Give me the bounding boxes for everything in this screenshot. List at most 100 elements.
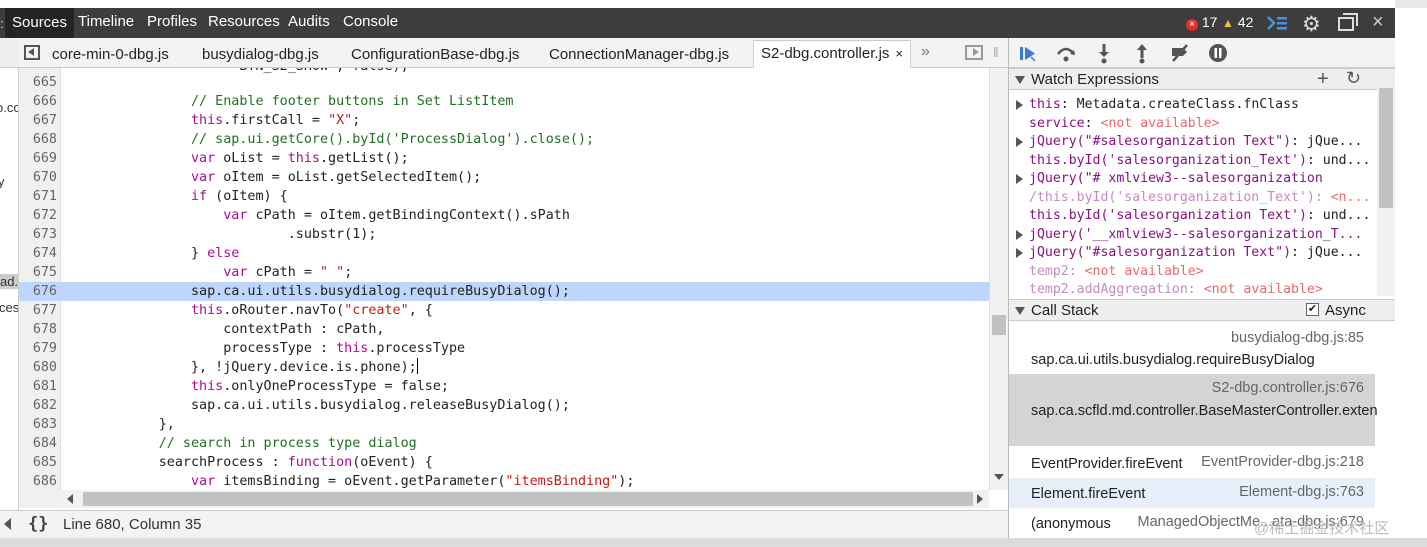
line-number[interactable]: 677 — [19, 301, 57, 320]
line-number[interactable]: 667 — [19, 111, 57, 130]
watch-expression[interactable]: jQuery("#salesorganization Text"): jQue.… — [1009, 244, 1377, 263]
tab-timeline[interactable]: Timeline — [78, 13, 134, 30]
code-line[interactable]: 668 // sap.ui.getCore().byId('ProcessDia… — [19, 130, 989, 149]
line-number[interactable]: 670 — [19, 168, 57, 187]
close-icon[interactable]: × — [1372, 11, 1384, 34]
call-frame-location[interactable]: busydialog-dbg.js:85 — [1231, 330, 1364, 346]
collapse-triangle-icon[interactable] — [1015, 307, 1025, 315]
code-line[interactable]: 683 }, — [19, 415, 989, 434]
close-tab-icon[interactable]: × — [895, 46, 903, 61]
code-line[interactable]: 675 var cPath = " "; — [19, 263, 989, 282]
warning-count-badge[interactable]: ▲ 42 — [1222, 14, 1253, 30]
navigator-item[interactable]: ces/ — [0, 300, 18, 315]
code-line[interactable]: 671 if (oItem) { — [19, 187, 989, 206]
file-tab[interactable]: ConfigurationBase-dbg.js — [351, 46, 519, 63]
navigator-item[interactable]: o.co — [0, 100, 18, 115]
dock-side-icon[interactable] — [1337, 12, 1359, 32]
line-number[interactable]: 678 — [19, 320, 57, 339]
navigator-item-selected[interactable]: ad. — [0, 274, 18, 289]
line-number[interactable]: 671 — [19, 187, 57, 206]
watch-expression[interactable]: service: <not available> — [1009, 115, 1377, 134]
file-tab-active[interactable]: S2-dbg.controller.js × — [753, 40, 911, 68]
tab-console[interactable]: Console — [343, 13, 398, 30]
watch-expression[interactable]: this: Metadata.createClass.fnClass — [1009, 96, 1377, 115]
error-count-badge[interactable]: × 17 — [1186, 14, 1217, 31]
watch-expression[interactable]: this.byId('salesorganization_Text'): und… — [1009, 152, 1377, 171]
code-line[interactable]: 669 var oList = this.getList(); — [19, 149, 989, 168]
expand-triangle-icon[interactable] — [1016, 248, 1023, 258]
line-number[interactable]: 681 — [19, 377, 57, 396]
scroll-down-arrow-icon[interactable] — [994, 474, 1004, 480]
collapse-triangle-icon[interactable] — [1015, 76, 1025, 84]
line-number[interactable]: 665 — [19, 73, 57, 92]
call-frame-selected[interactable]: S2-dbg.controller.js:676 sap.ca.scfld.md.… — [1009, 374, 1377, 446]
line-number[interactable]: 674 — [19, 244, 57, 263]
code-line[interactable]: 678 contextPath : cPath, — [19, 320, 989, 339]
line-number[interactable]: 682 — [19, 396, 57, 415]
watch-expression[interactable]: /this.byId('salesorganization_Text'): <n… — [1009, 189, 1377, 208]
watch-scrollbar[interactable] — [1377, 88, 1395, 296]
expand-triangle-icon[interactable] — [1016, 137, 1023, 147]
line-number[interactable]: 673 — [19, 225, 57, 244]
file-tab[interactable]: core-min-0-dbg.js — [52, 46, 169, 63]
toggle-debugger-icon[interactable] — [965, 45, 983, 60]
scrollbar-thumb[interactable] — [83, 492, 973, 506]
tab-sources[interactable]: Sources — [5, 8, 75, 38]
resume-icon[interactable] — [1017, 42, 1039, 64]
code-line-paused[interactable]: 676 sap.ca.ui.utils.busydialog.requireBu… — [19, 282, 989, 301]
code-line[interactable]: 665 — [19, 73, 989, 92]
async-checkbox[interactable]: ✔ — [1306, 303, 1319, 316]
code-line[interactable]: 684 // search in process type dialog — [19, 434, 989, 453]
line-number[interactable]: 666 — [19, 92, 57, 111]
code-line[interactable]: 670 var oItem = oList.getSelectedItem(); — [19, 168, 989, 187]
code-line[interactable]: 677 this.oRouter.navTo("create", { — [19, 301, 989, 320]
code-line[interactable]: 681 this.onlyOneProcessType = false; — [19, 377, 989, 396]
scroll-right-arrow-icon[interactable] — [977, 494, 983, 504]
toggle-navigator-icon[interactable] — [24, 45, 40, 60]
file-tab[interactable]: ConnectionManager-dbg.js — [549, 46, 729, 63]
gear-icon[interactable]: ⚙ — [1302, 12, 1321, 37]
step-into-icon[interactable] — [1093, 42, 1115, 64]
call-frame-location[interactable]: S2-dbg.controller.js:676 — [1212, 380, 1364, 396]
tab-profiles[interactable]: Profiles — [147, 13, 197, 30]
watch-expression[interactable]: temp2: <not available> — [1009, 263, 1377, 282]
collapse-left-icon[interactable] — [4, 518, 11, 530]
watch-expressions-header[interactable]: Watch Expressions + ↻ — [1009, 68, 1395, 90]
watch-expression[interactable]: jQuery("# xmlview3--salesorganization — [1009, 170, 1377, 189]
line-number[interactable]: 683 — [19, 415, 57, 434]
line-number[interactable]: 685 — [19, 453, 57, 472]
more-tabs-icon[interactable]: » — [921, 43, 930, 61]
navigator-item[interactable]: y — [0, 174, 5, 189]
line-number[interactable]: 669 — [19, 149, 57, 168]
step-over-icon[interactable] — [1055, 42, 1077, 64]
line-number[interactable]: 686 — [19, 472, 57, 490]
refresh-icon[interactable]: ↻ — [1346, 68, 1361, 89]
code-line[interactable]: 685 searchProcess : function(oEvent) { — [19, 453, 989, 472]
deactivate-breakpoints-icon[interactable] — [1169, 42, 1191, 64]
call-frame[interactable]: busydialog-dbg.js:85 sap.ca.ui.utils.busy… — [1009, 324, 1375, 374]
scrollbar-thumb[interactable] — [992, 315, 1006, 335]
line-number[interactable]: 675 — [19, 263, 57, 282]
code-line[interactable]: 680 }, !jQuery.device.is.phone); — [19, 358, 989, 377]
line-number[interactable]: 680 — [19, 358, 57, 377]
code-line[interactable]: 674 } else — [19, 244, 989, 263]
code-line[interactable]: 682 sap.ca.ui.utils.busydialog.releaseBu… — [19, 396, 989, 415]
watch-expression[interactable]: temp2.addAggregation: <not available> — [1009, 281, 1377, 296]
editor-vertical-scrollbar[interactable] — [989, 68, 1008, 490]
step-out-icon[interactable] — [1131, 42, 1153, 64]
watch-expression[interactable]: this.byId('salesorganization Text'): und… — [1009, 207, 1377, 226]
panel-splitter-icon[interactable]: ‖ — [993, 44, 999, 60]
code-line[interactable]: 672 var cPath = oItem.getBindingContext(… — [19, 206, 989, 225]
code-line[interactable]: 686 var itemsBinding = oEvent.getParamet… — [19, 472, 989, 490]
file-tab[interactable]: busydialog-dbg.js — [202, 46, 319, 63]
add-expression-icon[interactable]: + — [1317, 68, 1329, 91]
tab-audits[interactable]: Audits — [288, 13, 330, 30]
editor-horizontal-scrollbar[interactable] — [61, 490, 989, 508]
code-line[interactable]: 666 // Enable footer buttons in Set List… — [19, 92, 989, 111]
watch-expression[interactable]: jQuery('__xmlview3--salesorganization_T.… — [1009, 226, 1377, 245]
expand-triangle-icon[interactable] — [1016, 100, 1023, 110]
pretty-print-button[interactable]: {} — [28, 514, 48, 534]
call-frame[interactable]: EventProvider-dbg.js:218 EventProvider.fi… — [1009, 448, 1375, 478]
scroll-left-arrow-icon[interactable] — [67, 494, 73, 504]
code-editor[interactable]: BTN_S2_SHOW", false);665666 // Enable fo… — [19, 68, 989, 490]
